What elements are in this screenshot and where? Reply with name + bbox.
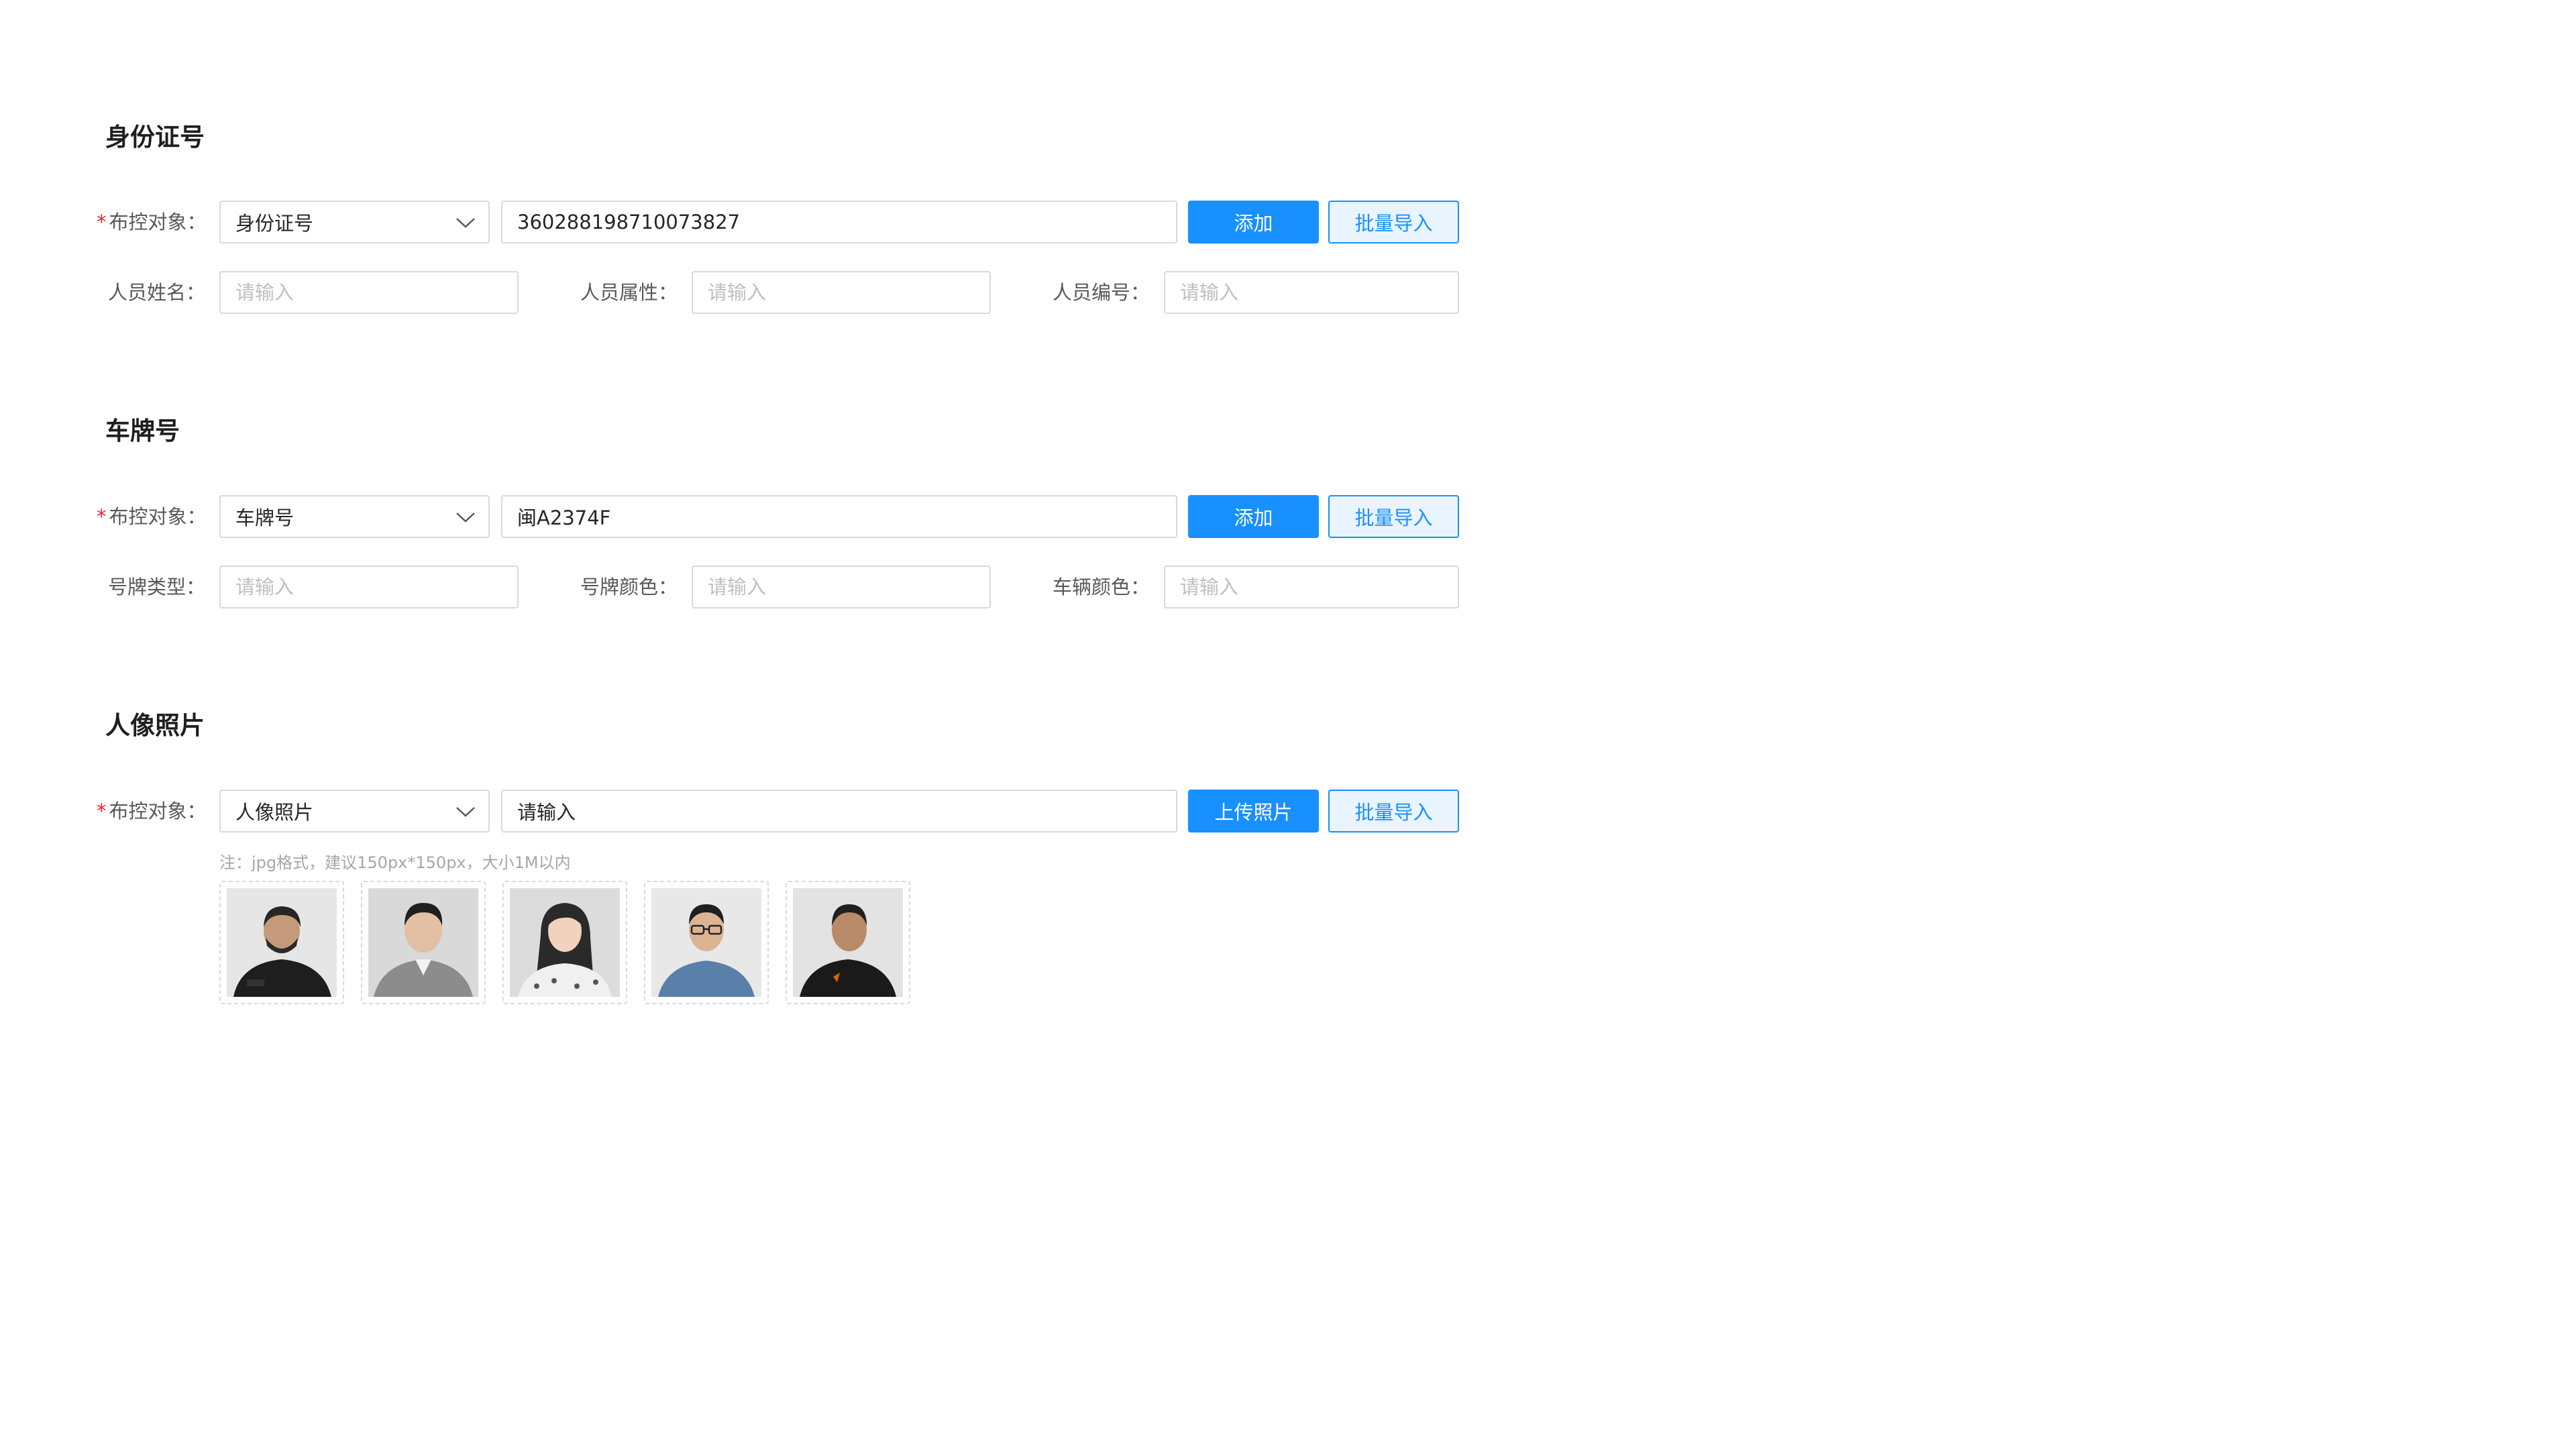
photo-thumbnail[interactable] <box>644 881 769 1004</box>
plate-number-input[interactable] <box>501 495 1177 538</box>
vehicle-color-label: 车辆颜色： <box>1053 576 1150 598</box>
select-value: 人像照片 <box>235 801 314 824</box>
target-label-text: 布控对象： <box>109 211 207 233</box>
person-attribute-label: 人员属性： <box>580 281 678 304</box>
upload-photo-button[interactable]: 上传照片 <box>1188 790 1319 833</box>
portrait-input[interactable] <box>501 790 1177 833</box>
batch-import-button-plate[interactable]: 批量导入 <box>1328 495 1459 538</box>
photo-thumbnail[interactable] <box>786 881 910 1004</box>
photo-list <box>219 881 910 1004</box>
person-number-label: 人员编号： <box>1053 281 1150 304</box>
required-mark: * <box>97 211 107 233</box>
person-number-input[interactable] <box>1164 271 1459 314</box>
person-name-label: 人员姓名： <box>108 281 206 304</box>
portrait-photo <box>227 888 337 997</box>
chevron-down-icon <box>456 807 475 817</box>
target-label-text: 布控对象： <box>109 800 207 822</box>
target-label-portrait: * 布控对象： <box>97 790 207 833</box>
chevron-down-icon <box>456 513 475 523</box>
section-title-id-number: 身份证号 <box>105 123 205 152</box>
person-name-input[interactable] <box>219 271 519 314</box>
plate-type-input[interactable] <box>219 566 519 608</box>
select-value: 身份证号 <box>235 212 314 235</box>
target-label-text: 布控对象： <box>109 505 207 528</box>
plate-color-label: 号牌颜色： <box>580 576 678 598</box>
plate-type-label: 号牌类型： <box>108 576 206 598</box>
chevron-down-icon <box>456 218 475 228</box>
portrait-photo <box>510 888 620 997</box>
select-value: 车牌号 <box>235 506 294 529</box>
photo-thumbnail[interactable] <box>219 881 344 1004</box>
person-attribute-input[interactable] <box>692 271 991 314</box>
target-select-plate[interactable]: 车牌号 <box>219 495 490 538</box>
required-mark: * <box>97 505 107 528</box>
section-title-plate: 车牌号 <box>105 417 180 445</box>
add-button-plate[interactable]: 添加 <box>1188 495 1319 538</box>
add-button-id[interactable]: 添加 <box>1188 201 1319 244</box>
photo-thumbnail[interactable] <box>502 881 627 1004</box>
upload-note: 注：jpg格式，建议150px*150px，大小1M以内 <box>219 853 571 872</box>
plate-color-input[interactable] <box>692 566 991 608</box>
section-title-portrait: 人像照片 <box>105 711 205 740</box>
batch-import-button-portrait[interactable]: 批量导入 <box>1328 790 1459 833</box>
required-mark: * <box>97 800 107 822</box>
target-select-portrait[interactable]: 人像照片 <box>219 790 490 833</box>
portrait-photo <box>368 888 478 997</box>
target-label-id: * 布控对象： <box>97 201 207 244</box>
batch-import-button-id[interactable]: 批量导入 <box>1328 201 1459 244</box>
id-number-input[interactable] <box>501 201 1177 244</box>
page: 身份证号 *布控对象： 身份证号 添加 批量导入 人员姓名： 人员属性： 人员编… <box>0 0 2576 1449</box>
portrait-photo <box>793 888 903 997</box>
target-select-id[interactable]: 身份证号 <box>219 201 490 244</box>
vehicle-color-input[interactable] <box>1164 566 1459 608</box>
photo-thumbnail[interactable] <box>361 881 486 1004</box>
target-label-plate: * 布控对象： <box>97 495 207 538</box>
portrait-photo <box>651 888 761 997</box>
